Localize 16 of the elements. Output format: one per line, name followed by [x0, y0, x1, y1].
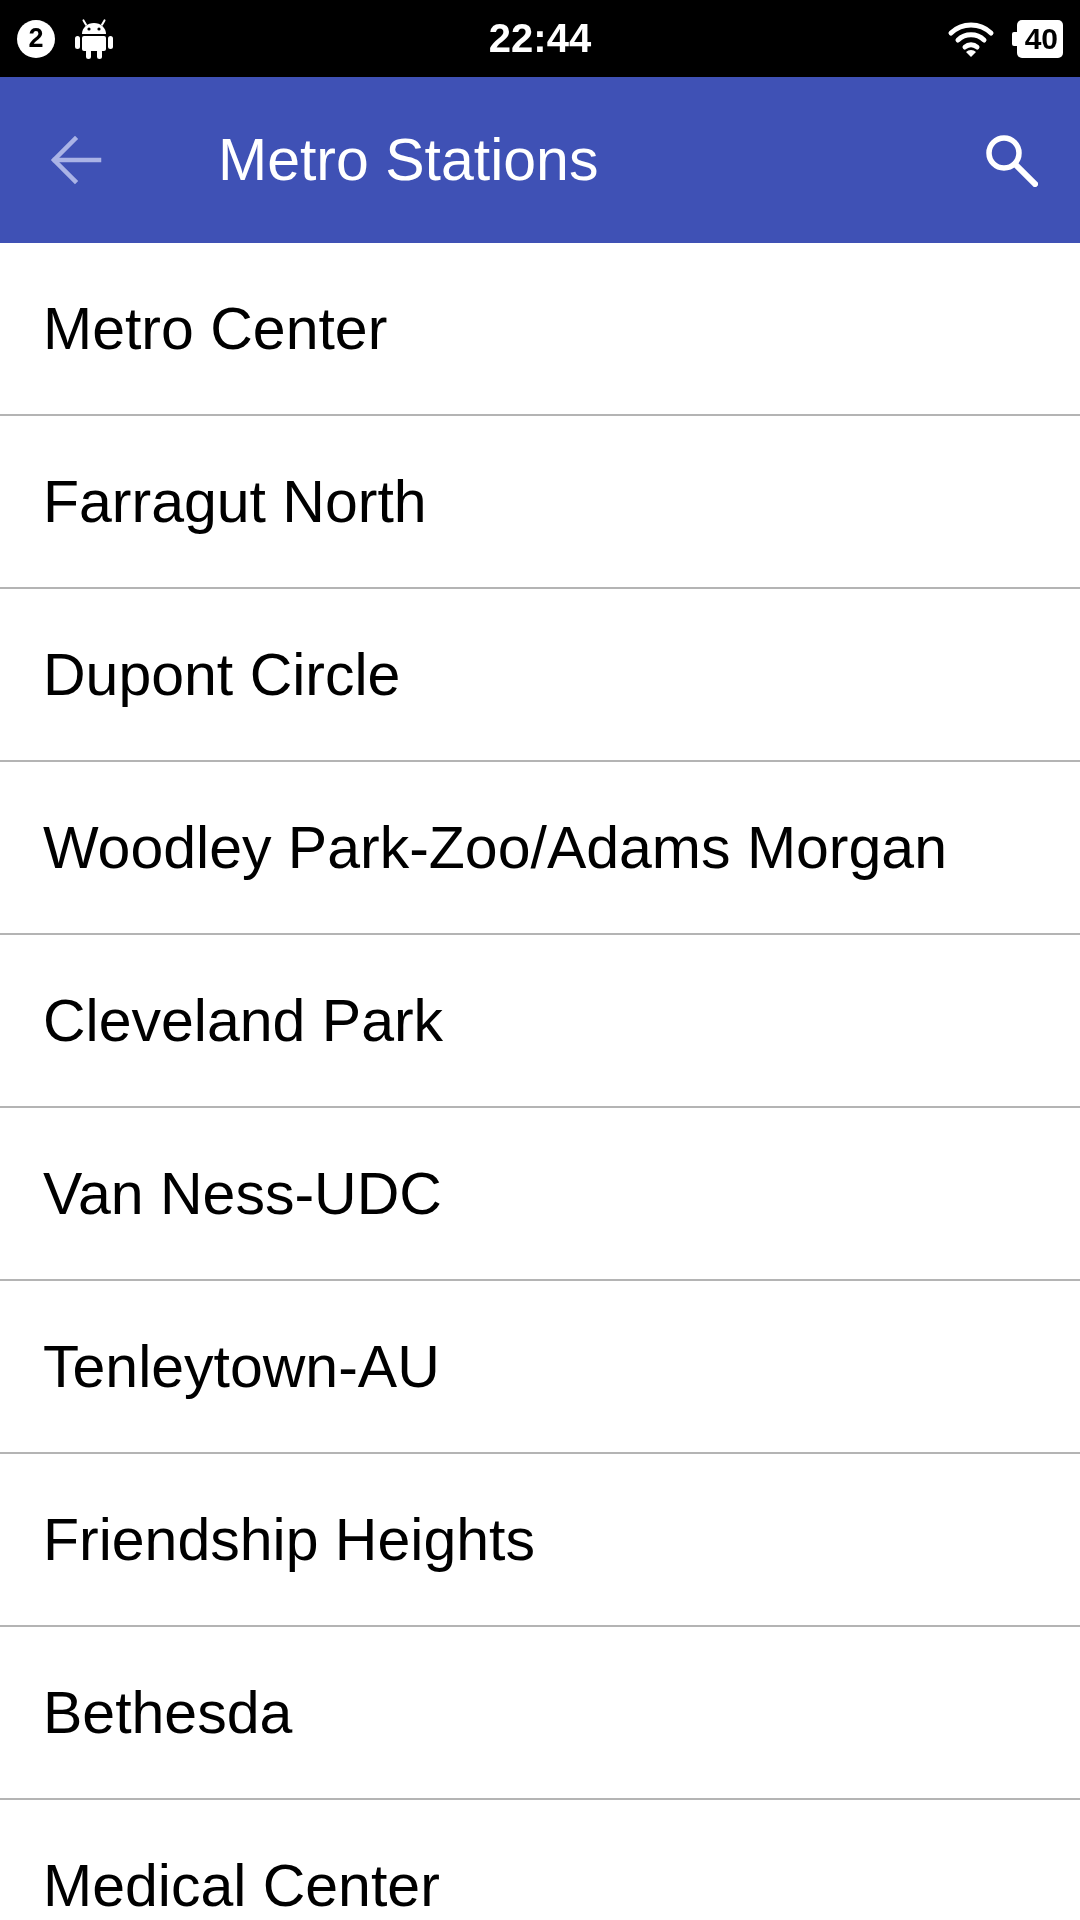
- station-item[interactable]: Bethesda: [0, 1627, 1080, 1800]
- station-item[interactable]: Van Ness-UDC: [0, 1108, 1080, 1281]
- station-item[interactable]: Dupont Circle: [0, 589, 1080, 762]
- station-item[interactable]: Woodley Park-Zoo/Adams Morgan: [0, 762, 1080, 935]
- search-icon: [984, 133, 1038, 187]
- station-item[interactable]: Metro Center: [0, 243, 1080, 416]
- clock-time: 22:44: [488, 16, 592, 61]
- screen-title: Metro Stations: [218, 126, 600, 194]
- station-item[interactable]: Cleveland Park: [0, 935, 1080, 1108]
- station-item[interactable]: Tenleytown-AU: [0, 1281, 1080, 1454]
- station-item[interactable]: Medical Center: [0, 1800, 1080, 1920]
- notification-count: 2: [17, 19, 55, 58]
- robot-icon: [74, 17, 114, 60]
- station-item[interactable]: Farragut North: [0, 416, 1080, 589]
- battery-level: 40: [1011, 19, 1063, 58]
- station-item[interactable]: Friendship Heights: [0, 1454, 1080, 1627]
